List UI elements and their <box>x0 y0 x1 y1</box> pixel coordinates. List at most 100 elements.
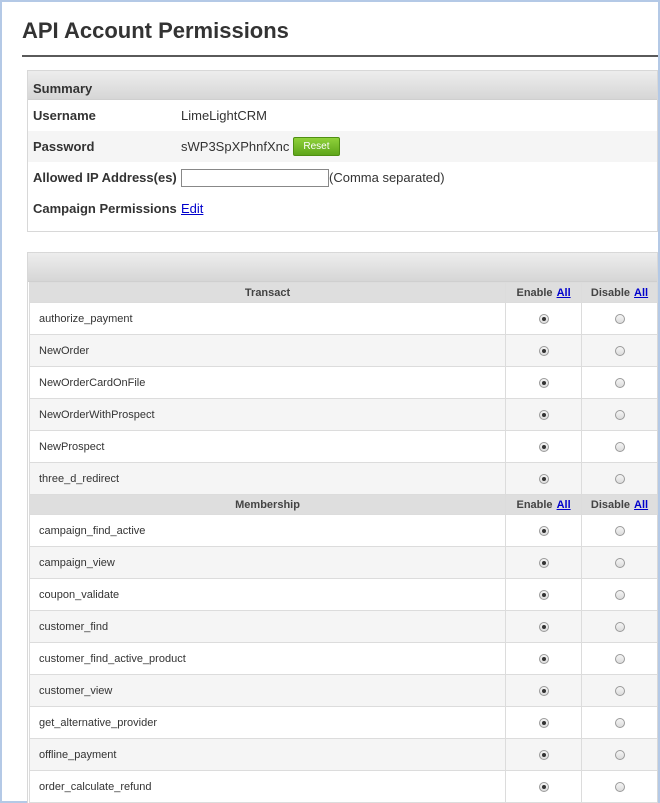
disable-cell <box>581 674 657 707</box>
permission-name: NewOrderWithProspect <box>28 398 507 431</box>
enable-cell <box>505 610 583 643</box>
enable-cell <box>505 770 583 803</box>
disable-radio[interactable] <box>614 441 625 452</box>
ip-value-wrap: (Comma separated) <box>181 168 445 187</box>
disable-radio[interactable] <box>614 345 625 356</box>
enable-radio[interactable] <box>538 441 549 452</box>
disable-column-header: Disable All <box>581 494 657 515</box>
enable-all-link[interactable]: All <box>557 499 571 511</box>
disable-radio[interactable] <box>614 377 625 388</box>
permission-row: customer_find_active_product <box>28 642 657 675</box>
disable-radio[interactable] <box>614 313 625 324</box>
disable-cell <box>581 578 657 611</box>
campaign-permissions-row: Campaign Permissions Edit <box>28 193 657 224</box>
enable-radio[interactable] <box>538 781 549 792</box>
disable-radio[interactable] <box>614 589 625 600</box>
enable-radio[interactable] <box>538 345 549 356</box>
enable-cell <box>505 334 583 367</box>
enable-cell <box>505 674 583 707</box>
group-name: Membership <box>28 494 507 515</box>
disable-cell <box>581 334 657 367</box>
disable-cell <box>581 514 657 547</box>
enable-label: Enable <box>516 286 553 299</box>
summary-panel: Summary Username LimeLightCRM Password s… <box>27 70 658 232</box>
title-divider <box>22 55 658 57</box>
enable-radio[interactable] <box>538 653 549 664</box>
enable-cell <box>505 706 583 739</box>
enable-radio[interactable] <box>538 313 549 324</box>
permission-row: campaign_view <box>28 546 657 579</box>
group-header-row: Membership Enable All Disable All <box>28 494 657 515</box>
enable-cell <box>505 430 583 463</box>
reset-password-button[interactable]: Reset <box>293 137 340 156</box>
disable-cell <box>581 706 657 739</box>
password-label: Password <box>33 139 95 154</box>
enable-radio[interactable] <box>538 749 549 760</box>
enable-cell <box>505 366 583 399</box>
disable-radio[interactable] <box>614 473 625 484</box>
disable-cell <box>581 546 657 579</box>
permission-name: NewOrder <box>28 334 507 367</box>
permission-name: authorize_payment <box>28 302 507 335</box>
disable-all-link[interactable]: All <box>634 287 648 299</box>
permission-row: campaign_find_active <box>28 514 657 547</box>
username-value: LimeLightCRM <box>181 108 267 123</box>
enable-radio[interactable] <box>538 377 549 388</box>
disable-cell <box>581 430 657 463</box>
enable-column-header: Enable All <box>505 282 583 303</box>
enable-cell <box>505 546 583 579</box>
enable-radio[interactable] <box>538 685 549 696</box>
permission-row: NewOrder <box>28 334 657 367</box>
enable-radio[interactable] <box>538 589 549 600</box>
permission-name: offline_payment <box>28 738 507 771</box>
disable-cell <box>581 770 657 803</box>
permission-row: NewProspect <box>28 430 657 463</box>
enable-radio[interactable] <box>538 717 549 728</box>
username-label: Username <box>33 108 96 123</box>
permission-name: order_calculate_refund <box>28 770 507 803</box>
disable-radio[interactable] <box>614 685 625 696</box>
disable-label: Disable <box>590 286 631 299</box>
disable-radio[interactable] <box>614 653 625 664</box>
disable-cell <box>581 398 657 431</box>
permission-name: customer_view <box>28 674 507 707</box>
disable-radio[interactable] <box>614 717 625 728</box>
enable-column-header: Enable All <box>505 494 583 515</box>
password-value-wrap: sWP3SpXPhnfXnc Reset <box>181 137 340 156</box>
group-name: Transact <box>28 282 507 303</box>
disable-cell <box>581 302 657 335</box>
campaign-permissions-label: Campaign Permissions <box>33 201 177 216</box>
enable-radio[interactable] <box>538 409 549 420</box>
ip-address-input[interactable] <box>181 168 329 187</box>
enable-cell <box>505 578 583 611</box>
disable-cell <box>581 462 657 495</box>
permission-name: campaign_find_active <box>28 514 507 547</box>
disable-radio[interactable] <box>614 781 625 792</box>
page-title: API Account Permissions <box>22 18 289 43</box>
ip-label: Allowed IP Address(es) <box>33 170 177 185</box>
disable-radio[interactable] <box>614 621 625 632</box>
permission-row: authorize_payment <box>28 302 657 335</box>
disable-radio[interactable] <box>614 525 625 536</box>
disable-radio[interactable] <box>614 409 625 420</box>
permission-row: get_alternative_provider <box>28 706 657 739</box>
disable-cell <box>581 642 657 675</box>
enable-radio[interactable] <box>538 557 549 568</box>
permission-row: customer_find <box>28 610 657 643</box>
permission-name: three_d_redirect <box>28 462 507 495</box>
enable-all-link[interactable]: All <box>557 287 571 299</box>
enable-radio[interactable] <box>538 473 549 484</box>
enable-radio[interactable] <box>538 525 549 536</box>
permissions-table: Transact Enable All Disable All authorize_pay… <box>28 282 657 803</box>
campaign-permissions-value: Edit <box>181 201 203 216</box>
disable-radio[interactable] <box>614 557 625 568</box>
permission-name: campaign_view <box>28 546 507 579</box>
disable-cell <box>581 366 657 399</box>
disable-radio[interactable] <box>614 749 625 760</box>
disable-all-link[interactable]: All <box>634 499 648 511</box>
ip-row: Allowed IP Address(es) (Comma separated) <box>28 162 657 193</box>
enable-radio[interactable] <box>538 621 549 632</box>
disable-label: Disable <box>590 498 631 511</box>
edit-campaign-permissions-link[interactable]: Edit <box>181 201 203 216</box>
enable-cell <box>505 462 583 495</box>
